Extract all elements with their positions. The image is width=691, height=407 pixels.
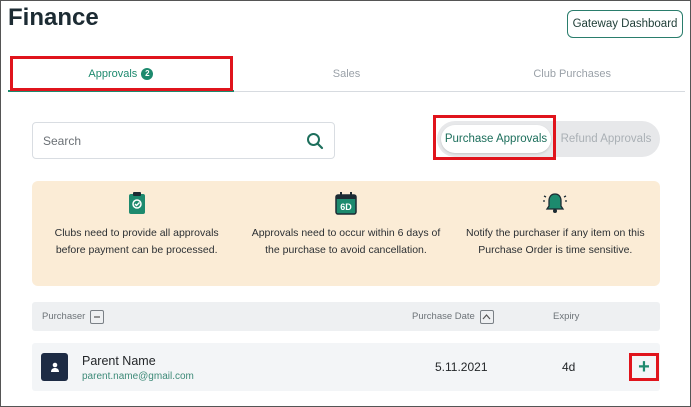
calendar-6d-icon: 6D: [335, 192, 357, 215]
tab-sales[interactable]: Sales: [234, 56, 460, 91]
column-expiry-label: Expiry: [553, 311, 580, 322]
purchaser-name: Parent Name: [82, 354, 156, 368]
info-panel: Clubs need to provide all approvals befo…: [32, 181, 660, 286]
column-purchase-date-label: Purchase Date: [412, 311, 475, 322]
table-row[interactable]: Parent Name parent.name@gmail.com 5.11.2…: [32, 343, 660, 391]
column-purchase-date: Purchase Date: [412, 302, 494, 331]
avatar: [41, 353, 68, 381]
info-item-notify: Notify the purchaser if any item on this…: [451, 181, 660, 286]
tab-club-purchases-label: Club Purchases: [533, 67, 611, 80]
expiry-value: 4d: [562, 360, 576, 374]
bell-ringing-icon: [543, 193, 568, 213]
refund-approvals-toggle[interactable]: Refund Approvals: [555, 125, 657, 153]
gateway-dashboard-button[interactable]: Gateway Dashboard: [567, 10, 683, 38]
user-icon: [50, 362, 59, 372]
tab-club-purchases[interactable]: Club Purchases: [459, 56, 685, 91]
search-box: [32, 122, 335, 159]
collapse-minus-icon[interactable]: [90, 309, 105, 324]
search-input[interactable]: [43, 132, 293, 150]
column-purchaser-label: Purchaser: [42, 311, 86, 322]
info-text-approvals: Clubs need to provide all approvals befo…: [54, 227, 219, 256]
purchaser-email[interactable]: parent.name@gmail.com: [82, 371, 194, 382]
expand-row-button[interactable]: +: [629, 353, 659, 381]
approvals-tab-highlight: [10, 56, 233, 91]
info-text-6-days: Approvals need to occur within 6 days of…: [251, 227, 441, 256]
column-purchaser: Purchaser: [42, 302, 105, 331]
info-text-notify: Notify the purchaser if any item on this…: [466, 227, 645, 256]
page-title: Finance: [8, 4, 99, 31]
column-expiry: Expiry: [553, 302, 579, 331]
info-item-6-days: 6D Approvals need to occur within 6 days…: [241, 181, 450, 286]
calendar-icon-text: 6D: [340, 202, 352, 212]
clipboard-check-icon: [128, 192, 145, 214]
table-header: Purchaser Purchase Date Expiry: [32, 302, 660, 331]
tab-sales-label: Sales: [332, 67, 361, 80]
info-item-approvals: Clubs need to provide all approvals befo…: [32, 181, 241, 286]
purchase-approvals-highlight: [433, 115, 556, 160]
sort-up-chevron-icon[interactable]: [479, 309, 494, 324]
purchase-date: 5.11.2021: [435, 360, 488, 374]
search-icon[interactable]: [306, 132, 324, 150]
